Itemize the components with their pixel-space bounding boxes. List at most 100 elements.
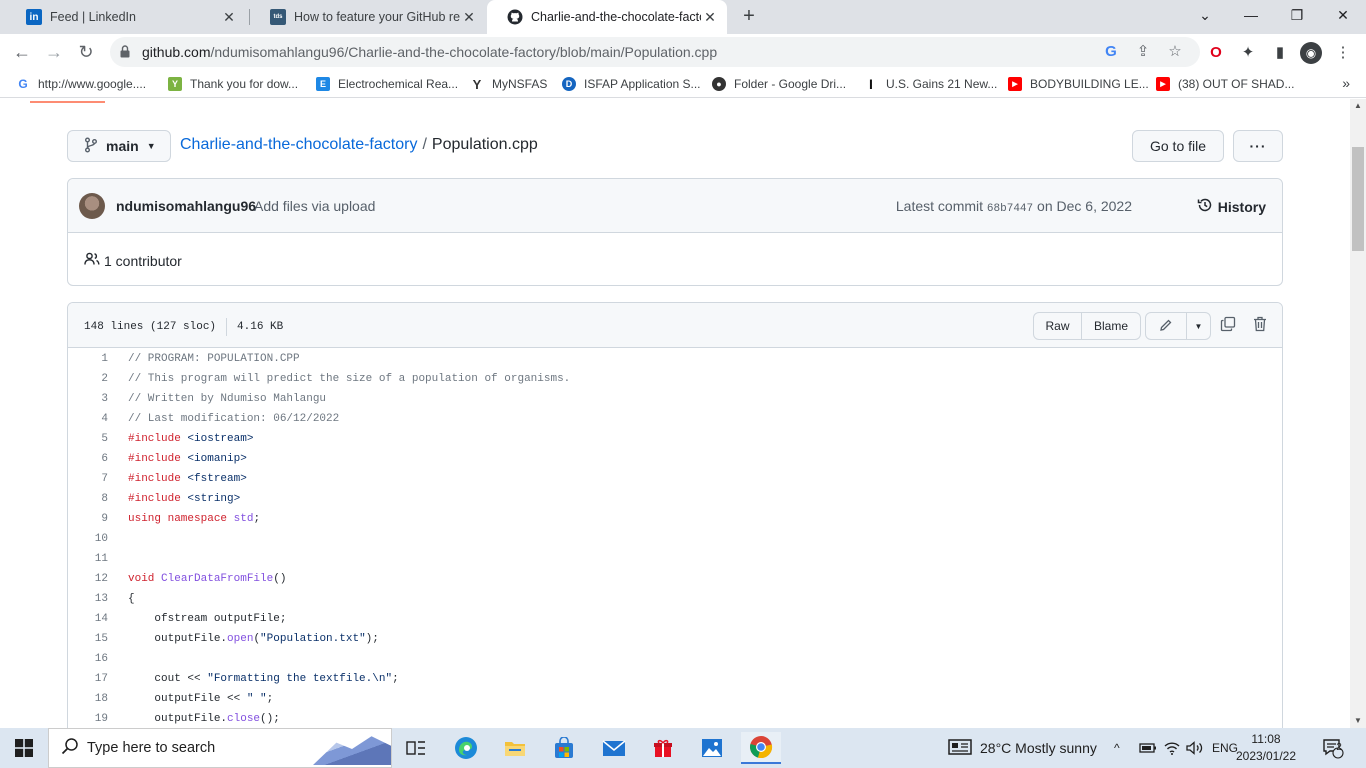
close-tab-icon[interactable]: ✕ — [460, 9, 478, 26]
mail-icon[interactable] — [594, 732, 634, 764]
line-number[interactable]: 10 — [68, 529, 108, 549]
forward-icon[interactable]: → — [40, 38, 68, 66]
line-number[interactable]: 14 — [68, 609, 108, 629]
edit-dropdown-button[interactable]: ▼ — [1186, 312, 1211, 340]
line-number[interactable]: 18 — [68, 689, 108, 709]
back-icon[interactable]: ← — [8, 38, 36, 66]
close-tab-icon[interactable]: ✕ — [701, 9, 719, 26]
contributors-link[interactable]: 1 contributor — [84, 252, 182, 269]
volume-icon[interactable] — [1186, 728, 1204, 768]
wifi-icon[interactable] — [1164, 728, 1180, 768]
google-translate-icon[interactable]: G — [1102, 43, 1120, 61]
scroll-up-icon[interactable]: ▲ — [1350, 99, 1366, 113]
photos-icon[interactable] — [692, 732, 732, 764]
notification-count: 2 — [1336, 742, 1342, 753]
history-link[interactable]: History — [1197, 197, 1266, 216]
task-view-icon[interactable] — [396, 732, 436, 764]
address-bar[interactable]: github.com/ndumisomahlangu96/Charlie-and… — [110, 37, 1200, 67]
code-text: #include <string> — [128, 493, 241, 505]
code-text: outputFile.open("Population.txt"); — [128, 633, 379, 645]
blame-button[interactable]: Blame — [1081, 312, 1141, 340]
reload-icon[interactable]: ↻ — [72, 38, 100, 66]
code-listing: 1 // PROGRAM: POPULATION.CPP 2 // This prog… — [68, 349, 1282, 728]
opera-extension-icon[interactable]: O — [1205, 42, 1227, 64]
extensions-puzzle-icon[interactable]: ✦ — [1237, 42, 1259, 64]
bookmark-electrochemical[interactable]: E Electrochemical Rea... — [316, 75, 458, 93]
chevron-down-icon: ▼ — [146, 141, 156, 151]
bookmarks-overflow-icon[interactable]: » — [1342, 75, 1350, 91]
edit-file-button[interactable] — [1145, 312, 1187, 340]
more-options-button[interactable]: ··· — [1233, 130, 1283, 162]
windows-start-button[interactable] — [0, 728, 48, 768]
new-tab-button[interactable]: + — [738, 5, 760, 29]
code-text: #include <iomanip> — [128, 453, 247, 465]
line-number[interactable]: 4 — [68, 409, 108, 429]
code-text: void ClearDataFromFile() — [128, 573, 287, 585]
commit-sha-link[interactable]: 68b7447 — [987, 203, 1033, 215]
scroll-down-icon[interactable]: ▼ — [1350, 714, 1366, 728]
line-number[interactable]: 13 — [68, 589, 108, 609]
bookmark-mynsfas[interactable]: Y MyNSFAS — [470, 75, 548, 93]
battery-icon[interactable] — [1139, 728, 1157, 768]
bookmark-thank-you[interactable]: Y Thank you for dow... — [168, 75, 298, 93]
close-tab-icon[interactable]: ✕ — [220, 9, 238, 26]
copy-raw-icon[interactable] — [1220, 316, 1236, 335]
show-hidden-icons[interactable]: ^ — [1114, 728, 1120, 768]
file-explorer-icon[interactable] — [495, 732, 535, 764]
bookmark-google-drive[interactable]: ● Folder - Google Dri... — [712, 75, 846, 93]
page-scrollbar[interactable]: ▲ ▼ — [1350, 99, 1366, 728]
repo-link[interactable]: Charlie-and-the-chocolate-factory — [180, 136, 417, 153]
tab-linkedin[interactable]: in Feed | LinkedIn ✕ — [6, 0, 246, 34]
gift-app-icon[interactable] — [643, 732, 683, 764]
restore-icon[interactable]: ❐ — [1274, 0, 1320, 30]
bookmark-google[interactable]: Ghttp://www.google.... — [16, 75, 146, 93]
line-number[interactable]: 1 — [68, 349, 108, 369]
tab-search-icon[interactable]: ⌄ — [1182, 0, 1228, 30]
scroll-thumb[interactable] — [1352, 147, 1364, 251]
bookmark-isfap[interactable]: D ISFAP Application S... — [562, 75, 701, 93]
minimize-icon[interactable]: — — [1228, 0, 1274, 30]
line-number[interactable]: 16 — [68, 649, 108, 669]
tab-title: Charlie-and-the-chocolate-factor — [531, 10, 701, 24]
commit-message-link[interactable]: Add files via upload — [254, 198, 375, 214]
line-number[interactable]: 15 — [68, 629, 108, 649]
go-to-file-button[interactable]: Go to file — [1132, 130, 1224, 162]
bookmark-bodybuilding[interactable]: ▶ BODYBUILDING LE... — [1008, 75, 1149, 93]
close-window-icon[interactable]: ✕ — [1320, 0, 1366, 30]
system-clock[interactable]: 11:08 2023/01/22 — [1232, 731, 1300, 765]
line-number[interactable]: 11 — [68, 549, 108, 569]
side-panel-icon[interactable]: ▮ — [1269, 42, 1291, 64]
weather-widget[interactable]: 28°C Mostly sunny — [948, 728, 1097, 768]
line-number[interactable]: 9 — [68, 509, 108, 529]
bookmark-label: MyNSFAS — [492, 77, 548, 91]
line-number[interactable]: 3 — [68, 389, 108, 409]
line-number[interactable]: 17 — [68, 669, 108, 689]
code-text: using namespace std; — [128, 513, 261, 525]
chrome-taskbar-icon[interactable] — [741, 732, 781, 764]
taskbar-search-box[interactable]: Type here to search — [48, 728, 392, 768]
commit-author-link[interactable]: ndumisomahlangu96 — [116, 198, 256, 214]
edge-icon[interactable] — [446, 732, 486, 764]
branch-selector[interactable]: main ▼ — [67, 130, 171, 162]
tab-github-active[interactable]: Charlie-and-the-chocolate-factor ✕ — [487, 0, 727, 34]
line-number[interactable]: 8 — [68, 489, 108, 509]
bookmark-star-icon[interactable]: ☆ — [1166, 43, 1184, 61]
profile-avatar-icon[interactable]: ◉ — [1300, 42, 1322, 64]
bookmark-us-gains[interactable]: I U.S. Gains 21 New... — [864, 75, 997, 93]
delete-trash-icon[interactable] — [1253, 316, 1267, 335]
line-number[interactable]: 2 — [68, 369, 108, 389]
avatar[interactable] — [79, 193, 105, 219]
line-number[interactable]: 5 — [68, 429, 108, 449]
chrome-menu-icon[interactable]: ⋮ — [1332, 42, 1354, 64]
line-number[interactable]: 7 — [68, 469, 108, 489]
bookmark-out-of-shadows[interactable]: ▶ (38) OUT OF SHAD... — [1156, 75, 1294, 93]
share-icon[interactable]: ⇪ — [1134, 43, 1152, 61]
file-header: 148 lines (127 sloc) 4.16 KB Raw Blame ▼ — [68, 303, 1282, 348]
microsoft-store-icon[interactable] — [544, 732, 584, 764]
line-number[interactable]: 19 — [68, 709, 108, 728]
raw-button[interactable]: Raw — [1033, 312, 1082, 340]
line-number[interactable]: 6 — [68, 449, 108, 469]
line-number[interactable]: 12 — [68, 569, 108, 589]
tab-tds[interactable]: tds How to feature your GitHub repo ✕ — [250, 0, 486, 34]
notification-center[interactable]: 2 — [1322, 728, 1344, 768]
